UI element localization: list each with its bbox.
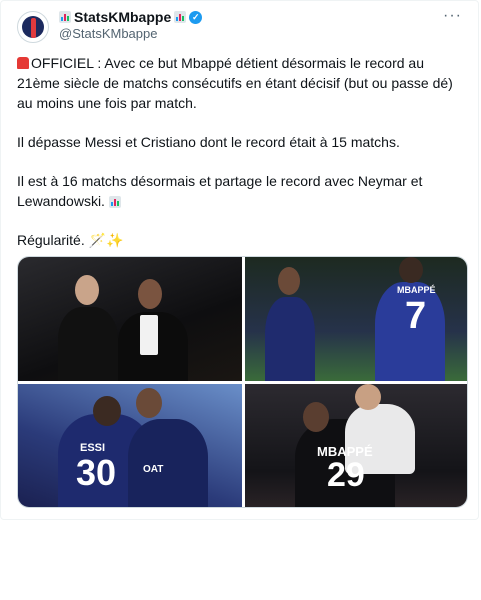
user-handle[interactable]: @StatsKMbappe [59, 26, 157, 41]
verified-badge-icon: ✓ [189, 10, 203, 24]
jersey-text: OAT [143, 464, 164, 475]
display-name[interactable]: StatsKMbappe [74, 9, 171, 25]
photo-4[interactable]: MBAPPÉ 29 [245, 384, 467, 507]
jersey-text: 29 [327, 456, 365, 494]
more-options-button[interactable]: ··· [443, 7, 462, 25]
photo-1[interactable] [18, 257, 242, 381]
avatar-stripe [31, 18, 36, 38]
tweet-card: StatsKMbappe ✓ @StatsKMbappe ··· OFFICIE… [0, 0, 479, 520]
photo-2[interactable]: MBAPPÉ 7 [245, 257, 467, 381]
tweet-paragraph: Il dépasse Messi et Cristiano dont le re… [17, 134, 400, 150]
jersey-text: 7 [405, 295, 427, 337]
tweet-paragraph: OFFICIEL : Avec ce but Mbappé détient dé… [17, 55, 453, 111]
tweet-paragraph: Il est à 16 matchs désormais et partage … [17, 173, 423, 209]
jersey-text: 30 [76, 452, 117, 493]
chart-emoji-icon [59, 11, 71, 23]
chart-emoji-icon [108, 196, 121, 209]
tweet-text: OFFICIEL : Avec ce but Mbappé détient dé… [17, 53, 469, 269]
chart-emoji-icon [174, 11, 187, 23]
siren-emoji-icon [17, 57, 29, 69]
media-grid: MBAPPÉ 7 ESSI 30 OAT MBAPPÉ 29 [17, 256, 468, 508]
author-row[interactable]: StatsKMbappe ✓ [59, 9, 203, 25]
photo-3[interactable]: ESSI 30 OAT [18, 384, 242, 507]
jersey-text: MBAPPÉ [397, 285, 436, 295]
tweet-paragraph: Régularité. 🪄✨ [17, 232, 124, 248]
avatar[interactable] [17, 11, 49, 43]
